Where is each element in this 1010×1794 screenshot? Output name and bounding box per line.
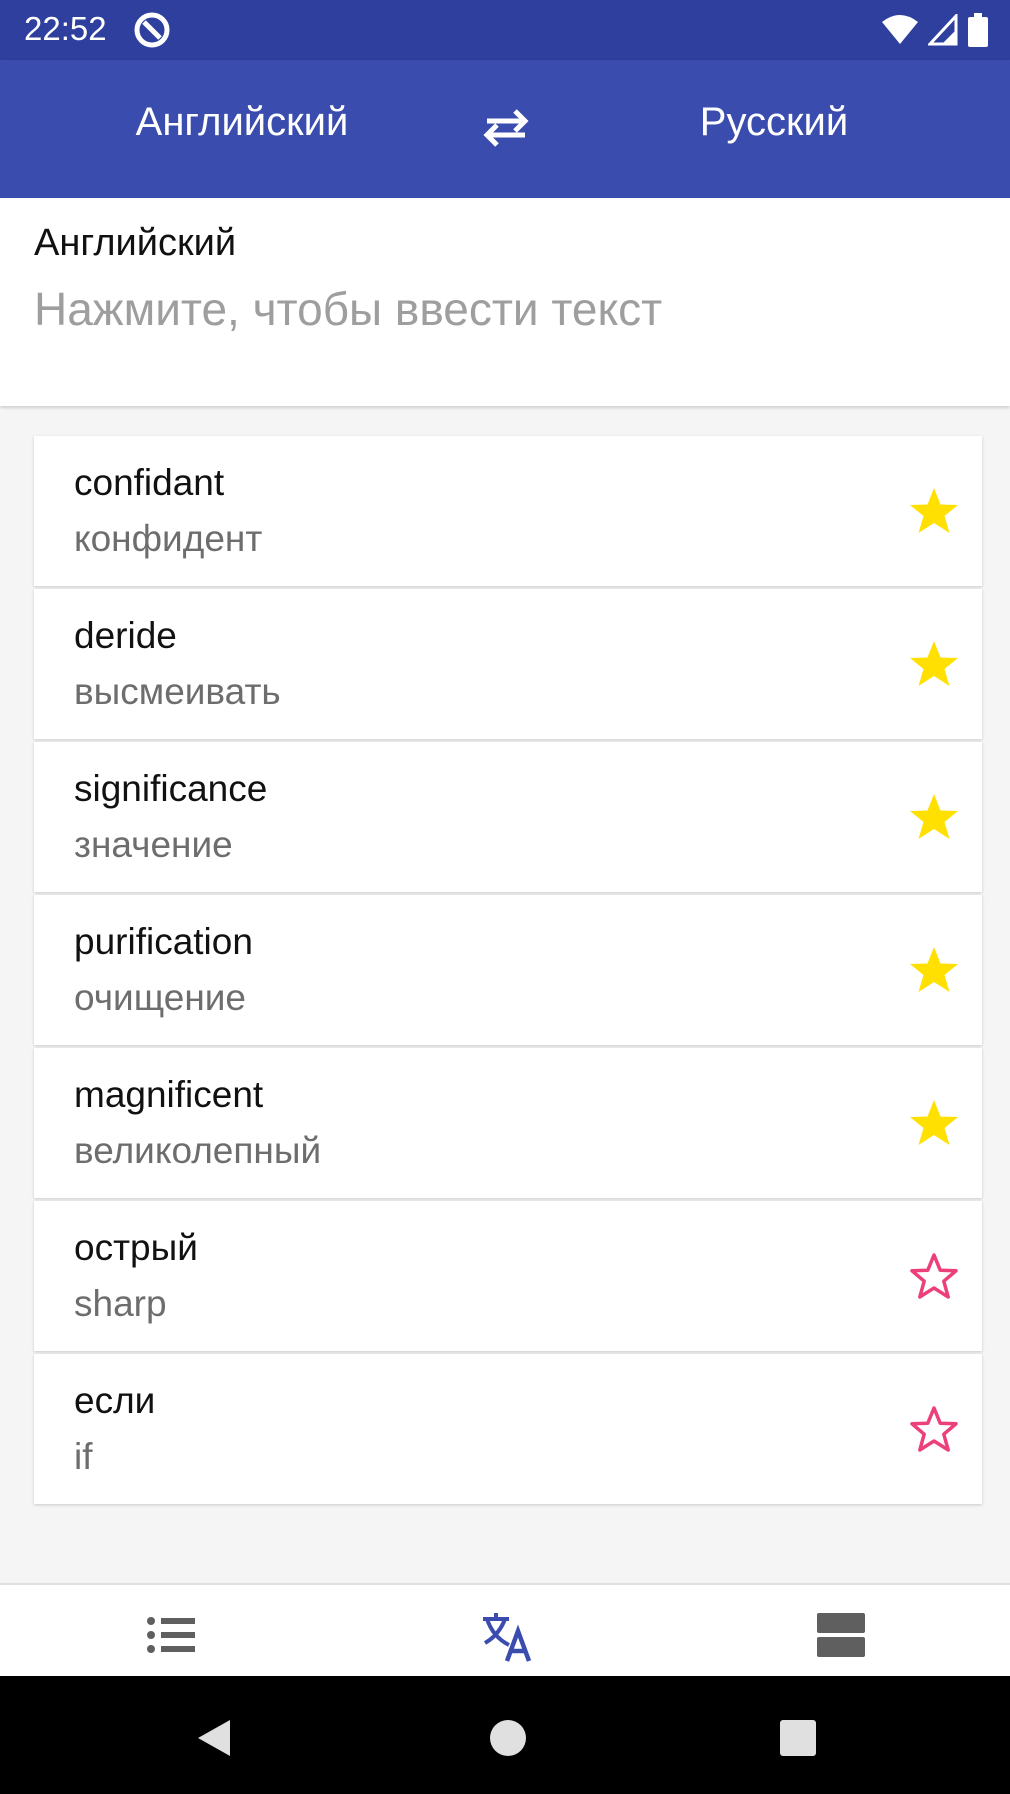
- history-translation: великолепный: [74, 1130, 322, 1171]
- history-item[interactable]: deride высмеивать: [34, 589, 982, 739]
- star-filled-icon[interactable]: [908, 945, 960, 995]
- star-filled-icon[interactable]: [908, 639, 960, 689]
- text-input-placeholder[interactable]: Нажмите, чтобы ввести текст: [34, 282, 662, 336]
- history-word: deride: [74, 615, 177, 656]
- wifi-icon: [882, 15, 918, 44]
- history-word: magnificent: [74, 1074, 264, 1115]
- history-list: confidant конфидент deride высмеивать si…: [34, 436, 982, 1507]
- history-translation: высмеивать: [74, 671, 281, 712]
- history-item[interactable]: purification очищение: [34, 895, 982, 1045]
- target-language-button[interactable]: Русский: [604, 100, 944, 145]
- history-translation: if: [74, 1436, 93, 1477]
- history-item[interactable]: если if: [34, 1354, 982, 1504]
- app-notification-icon: [134, 12, 170, 48]
- star-outline-icon[interactable]: [908, 1251, 960, 1301]
- history-item[interactable]: magnificent великолепный: [34, 1048, 982, 1198]
- history-item[interactable]: острый sharp: [34, 1201, 982, 1351]
- history-translation: sharp: [74, 1283, 167, 1324]
- history-translation: очищение: [74, 977, 246, 1018]
- back-icon[interactable]: [192, 1716, 236, 1760]
- app-screen: 22:52 Английский Русский Английский Нажм…: [0, 0, 1010, 1794]
- list-icon[interactable]: [143, 1607, 199, 1663]
- source-language-button[interactable]: Английский: [72, 100, 412, 145]
- status-time: 22:52: [24, 10, 107, 47]
- star-filled-icon[interactable]: [908, 1098, 960, 1148]
- history-word: purification: [74, 921, 253, 962]
- history-word: confidant: [74, 462, 225, 503]
- input-language-label: Английский: [34, 222, 237, 264]
- star-filled-icon[interactable]: [908, 486, 960, 536]
- settings-panel-icon[interactable]: [813, 1607, 869, 1663]
- signal-icon: [928, 14, 958, 46]
- history-item[interactable]: significance значение: [34, 742, 982, 892]
- system-navigation-bar: [0, 1676, 1010, 1794]
- bottom-navigation: [0, 1583, 1010, 1678]
- translate-icon[interactable]: [479, 1607, 535, 1663]
- swap-arrows-icon[interactable]: [481, 108, 531, 148]
- history-translation: конфидент: [74, 518, 263, 559]
- history-item[interactable]: confidant конфидент: [34, 436, 982, 586]
- translation-input-area[interactable]: Английский Нажмите, чтобы ввести текст: [0, 198, 1010, 406]
- app-toolbar: Английский Русский: [0, 60, 1010, 198]
- home-icon[interactable]: [486, 1716, 530, 1760]
- battery-icon: [968, 13, 988, 47]
- status-icons: [882, 12, 988, 48]
- star-filled-icon[interactable]: [908, 792, 960, 842]
- status-bar: 22:52: [0, 0, 1010, 60]
- history-word: если: [74, 1380, 156, 1421]
- history-word: significance: [74, 768, 268, 809]
- star-outline-icon[interactable]: [908, 1404, 960, 1454]
- history-word: острый: [74, 1227, 198, 1268]
- history-translation: значение: [74, 824, 233, 865]
- recent-apps-icon[interactable]: [776, 1716, 820, 1760]
